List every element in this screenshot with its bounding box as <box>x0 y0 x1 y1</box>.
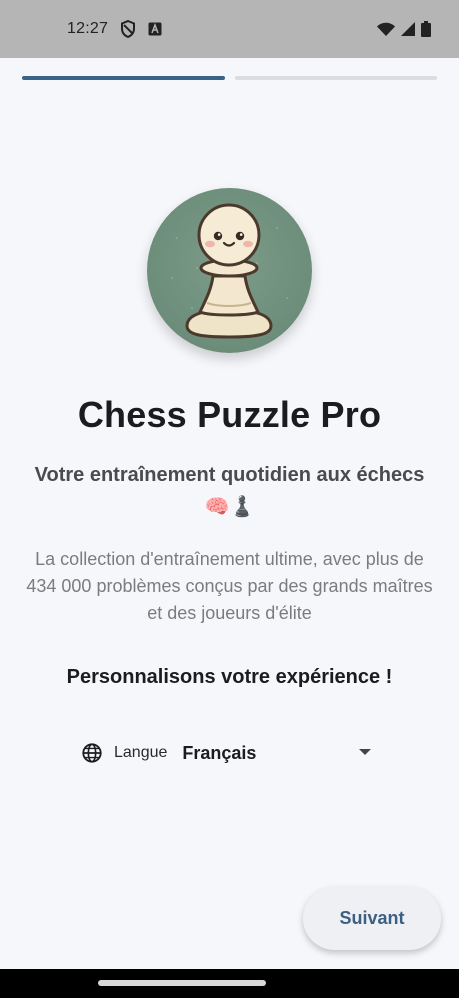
onboarding-screen: 12:27 Chess Puzzle Pro Votre entraînemen… <box>0 0 459 998</box>
app-subtitle: Votre entraînement quotidien aux échecs … <box>20 459 439 523</box>
dropdown-arrow-icon[interactable] <box>359 749 371 755</box>
subtitle-emojis: 🧠♟️ <box>204 496 255 518</box>
battery-icon <box>421 21 431 37</box>
next-button[interactable]: Suivant <box>303 887 441 950</box>
personalize-heading: Personnalisons votre expérience ! <box>66 666 393 688</box>
subtitle-text: Votre entraînement quotidien aux échecs <box>34 464 425 486</box>
font-a-icon <box>148 22 162 36</box>
status-time: 12:27 <box>67 20 109 37</box>
shield-icon <box>121 20 136 38</box>
app-title: Chess Puzzle Pro <box>77 394 382 435</box>
pawn-mascot-icon <box>171 203 288 339</box>
app-description: La collection d'entraînement ultime, ave… <box>26 549 433 623</box>
language-selector[interactable]: Langue Français <box>81 738 381 768</box>
onboarding-progress <box>22 76 437 81</box>
signal-icon <box>401 22 415 36</box>
globe-icon <box>82 743 102 763</box>
system-nav-bar <box>0 969 459 998</box>
wifi-icon <box>377 22 395 36</box>
progress-step-2 <box>234 76 437 80</box>
status-bar: 12:27 <box>0 0 459 58</box>
app-logo <box>147 188 312 353</box>
language-value[interactable]: Français <box>182 743 256 764</box>
progress-step-1 <box>22 76 225 80</box>
home-indicator[interactable] <box>98 980 266 986</box>
language-label: Langue <box>114 744 168 761</box>
